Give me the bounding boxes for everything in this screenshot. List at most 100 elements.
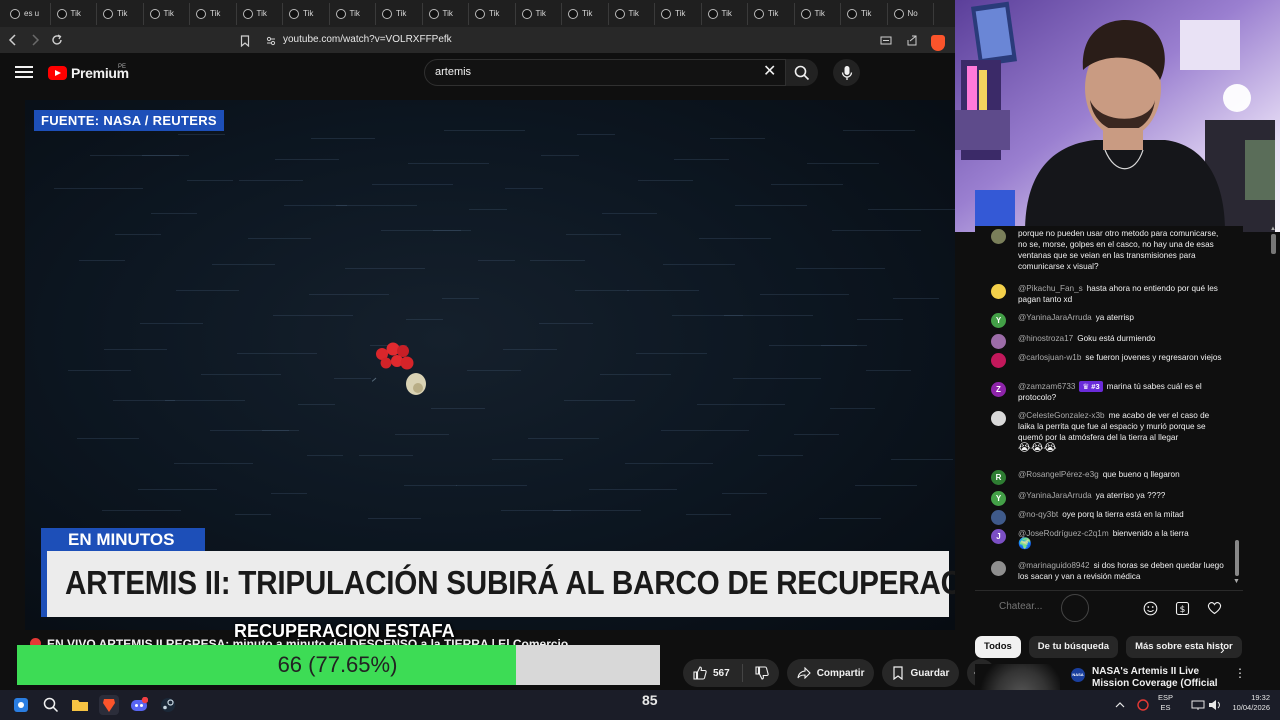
browser-tab[interactable]: Tik [423,2,469,25]
browser-tab[interactable]: Tik [469,2,516,25]
wave-mark [769,345,857,346]
chat-avatar[interactable] [991,411,1006,426]
tiktok-favicon-icon [661,8,671,19]
browser-tab[interactable]: Tik [702,2,748,25]
browser-tab[interactable]: Tik [795,2,841,25]
chat-author[interactable]: @RosangelPérez-e3g [1018,470,1099,479]
browser-tab[interactable]: Tik [330,2,376,25]
emoji-button[interactable] [1141,599,1159,617]
reload-icon[interactable] [46,29,68,51]
chat-avatar[interactable] [991,510,1006,525]
back-icon[interactable] [2,29,24,51]
chat-avatar[interactable] [991,229,1006,244]
tray-app-icon[interactable] [1133,695,1153,715]
chat-author[interactable]: @carlosjuan-w1b [1018,353,1081,362]
chat-avatar[interactable]: Y [991,313,1006,328]
browser-tab[interactable]: Tik [609,2,655,25]
chat-avatar[interactable] [991,284,1006,299]
share-page-icon[interactable] [901,30,923,52]
chat-avatar[interactable]: J [991,529,1006,544]
clear-search-icon[interactable]: ✕ [763,64,776,80]
filter-chip[interactable]: De tu búsqueda [1028,636,1119,658]
chat-author[interactable]: @no-qy3bt [1018,510,1058,519]
chat-avatar[interactable]: Z [991,382,1006,397]
page-scrollbar[interactable] [1271,234,1276,254]
chat-scrollbar[interactable] [1235,540,1239,576]
chat-avatar[interactable] [991,561,1006,576]
browser-tab[interactable]: Tik [97,2,144,25]
discord-icon[interactable] [129,695,149,715]
browser-tab[interactable]: Tik [841,2,888,25]
chat-message: @CelesteGonzalez-x3b me acabo de ver el c… [991,410,1227,454]
bookmark-icon[interactable] [234,30,256,52]
cast-icon[interactable] [875,30,897,52]
wave-mark [138,489,217,490]
menu-icon[interactable] [14,63,34,83]
browser-tab[interactable]: No [888,2,934,25]
chat-author[interactable]: @zamzam6733 [1018,382,1075,391]
weather-widget-icon[interactable] [11,695,31,715]
file-explorer-icon[interactable] [70,695,90,715]
browser-tab[interactable]: Tik [655,2,702,25]
chat-avatar[interactable] [991,353,1006,368]
page-scroll-up-icon[interactable]: ▲ [1270,226,1276,232]
wave-mark [307,455,343,456]
super-chat-button[interactable]: $ [1173,599,1191,617]
wave-mark [336,205,417,206]
volume-icon[interactable] [1205,695,1225,715]
svg-text:$: $ [1179,605,1185,615]
recommended-thumbnail[interactable] [975,664,1060,690]
search-button[interactable] [786,59,818,86]
chat-author[interactable]: @JoseRodríguez-c2q1m [1018,529,1109,538]
chat-avatar[interactable]: Y [991,491,1006,506]
browser-tab[interactable]: Tik [237,2,283,25]
url-text[interactable]: youtube.com/watch?v=VOLRXFFPefk [283,34,452,45]
video-player[interactable]: FUENTE: NASA / REUTERS EN MINUTOS ARTEMI… [25,100,955,630]
like-button[interactable]: 567 [683,659,779,687]
brave-browser-icon[interactable] [99,695,119,715]
chat-text: Goku está durmiendo [1077,334,1156,343]
chat-author[interactable]: @YaninaJaraArruda [1018,491,1092,500]
browser-tab[interactable]: Tik [562,2,609,25]
chat-avatar[interactable]: R [991,470,1006,485]
heart-button[interactable] [1205,599,1223,617]
wave-mark [431,408,485,409]
browser-tab[interactable]: Tik [376,2,423,25]
browser-tab[interactable]: Tik [748,2,795,25]
dislike-button[interactable] [749,666,775,680]
steam-icon[interactable] [158,695,178,715]
system-clock[interactable]: 19:32 10/04/2026 [1224,693,1270,713]
chat-author[interactable]: @Pikachu_Fan_s [1018,284,1083,293]
filter-chip[interactable]: Todos [975,636,1021,658]
browser-tab[interactable]: Tik [51,2,97,25]
search-taskbar-icon[interactable] [41,695,61,715]
chat-author[interactable]: @marinaguido8942 [1018,561,1090,570]
chat-author[interactable]: @CelesteGonzalez-x3b [1018,411,1105,420]
save-button[interactable]: Guardar [882,659,960,687]
video-actions: 567 Compartir Guardar [683,659,996,687]
browser-tab[interactable]: Tik [144,2,190,25]
youtube-logo[interactable]: Premium [48,65,129,81]
browser-tab[interactable]: Tik [516,2,562,25]
browser-tab[interactable]: es u [4,2,51,25]
chips-next-icon[interactable]: › [1220,641,1225,657]
chat-author[interactable]: @hinostroza17 [1018,334,1073,343]
chat-avatar[interactable] [991,334,1006,349]
voice-search-button[interactable] [833,59,860,86]
tab-label: Tik [628,9,639,18]
site-settings-icon[interactable] [260,30,282,52]
brave-shields-icon[interactable] [927,30,949,52]
wave-mark [830,408,875,409]
chat-scroll-down-icon[interactable]: ▼ [1233,578,1240,585]
search-box[interactable]: artemis ✕ [424,59,786,86]
search-input[interactable]: artemis [435,66,471,78]
tray-overflow-icon[interactable] [1110,695,1130,715]
browser-tab[interactable]: Tik [190,2,237,25]
nasa-channel-logo[interactable]: NASA [1071,668,1085,682]
share-button[interactable]: Compartir [786,659,875,687]
browser-tab[interactable]: Tik [283,2,330,25]
recommended-menu-icon[interactable]: ⋮ [1234,666,1246,680]
chat-author[interactable]: @YaninaJaraArruda [1018,313,1092,322]
language-indicator[interactable]: ESP ES [1158,693,1173,713]
forward-icon[interactable] [24,29,46,51]
